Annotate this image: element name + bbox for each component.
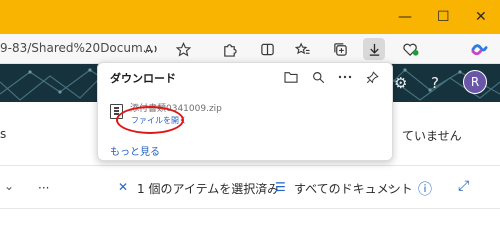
- address-bar[interactable]: 9-83/Shared%20Docum...: [0, 41, 154, 55]
- split-screen-icon[interactable]: [256, 38, 278, 60]
- view-list-icon[interactable]: ☰: [275, 180, 286, 194]
- page-text-left: s: [0, 127, 7, 141]
- selection-count-text: 1 個のアイテムを選択済み: [137, 182, 280, 196]
- more-options-icon[interactable]: [335, 67, 355, 87]
- close-window-button[interactable]: ✕: [475, 9, 487, 25]
- downloads-title: ダウンロード: [110, 72, 176, 85]
- help-icon[interactable]: ?: [431, 74, 439, 92]
- open-folder-icon[interactable]: [281, 67, 301, 87]
- svg-text:A: A: [145, 43, 153, 56]
- page-text-right: ていません: [402, 129, 462, 143]
- search-icon[interactable]: [308, 67, 328, 87]
- divider-2: [0, 208, 500, 209]
- minimize-button[interactable]: —: [398, 9, 412, 25]
- see-more-link[interactable]: もっと見る: [110, 143, 160, 158]
- settings-gear-icon[interactable]: ⚙: [394, 74, 407, 92]
- copilot-icon[interactable]: [468, 38, 490, 60]
- pin-icon[interactable]: [362, 67, 382, 87]
- expand-icon[interactable]: ⤢: [458, 178, 469, 194]
- extensions-icon[interactable]: [218, 38, 240, 60]
- downloads-icon[interactable]: [363, 38, 385, 60]
- divider: [0, 165, 500, 166]
- title-bar: [0, 0, 500, 34]
- avatar[interactable]: R: [463, 70, 487, 94]
- annotation-circle: [116, 106, 184, 134]
- more-options-icon[interactable]: ···: [38, 181, 49, 195]
- view-chevron-down-icon[interactable]: ⌄: [386, 178, 396, 192]
- read-aloud-icon[interactable]: A: [141, 38, 163, 60]
- performance-heart-icon[interactable]: [400, 38, 422, 60]
- favorite-star-icon[interactable]: [172, 38, 194, 60]
- chevron-down-icon[interactable]: ⌄: [4, 179, 14, 193]
- info-icon[interactable]: ⓘ: [418, 179, 432, 199]
- collections-icon[interactable]: [329, 38, 351, 60]
- clear-selection-icon[interactable]: ✕: [118, 180, 128, 194]
- favorites-icon[interactable]: [292, 38, 314, 60]
- maximize-button[interactable]: ☐: [437, 9, 450, 25]
